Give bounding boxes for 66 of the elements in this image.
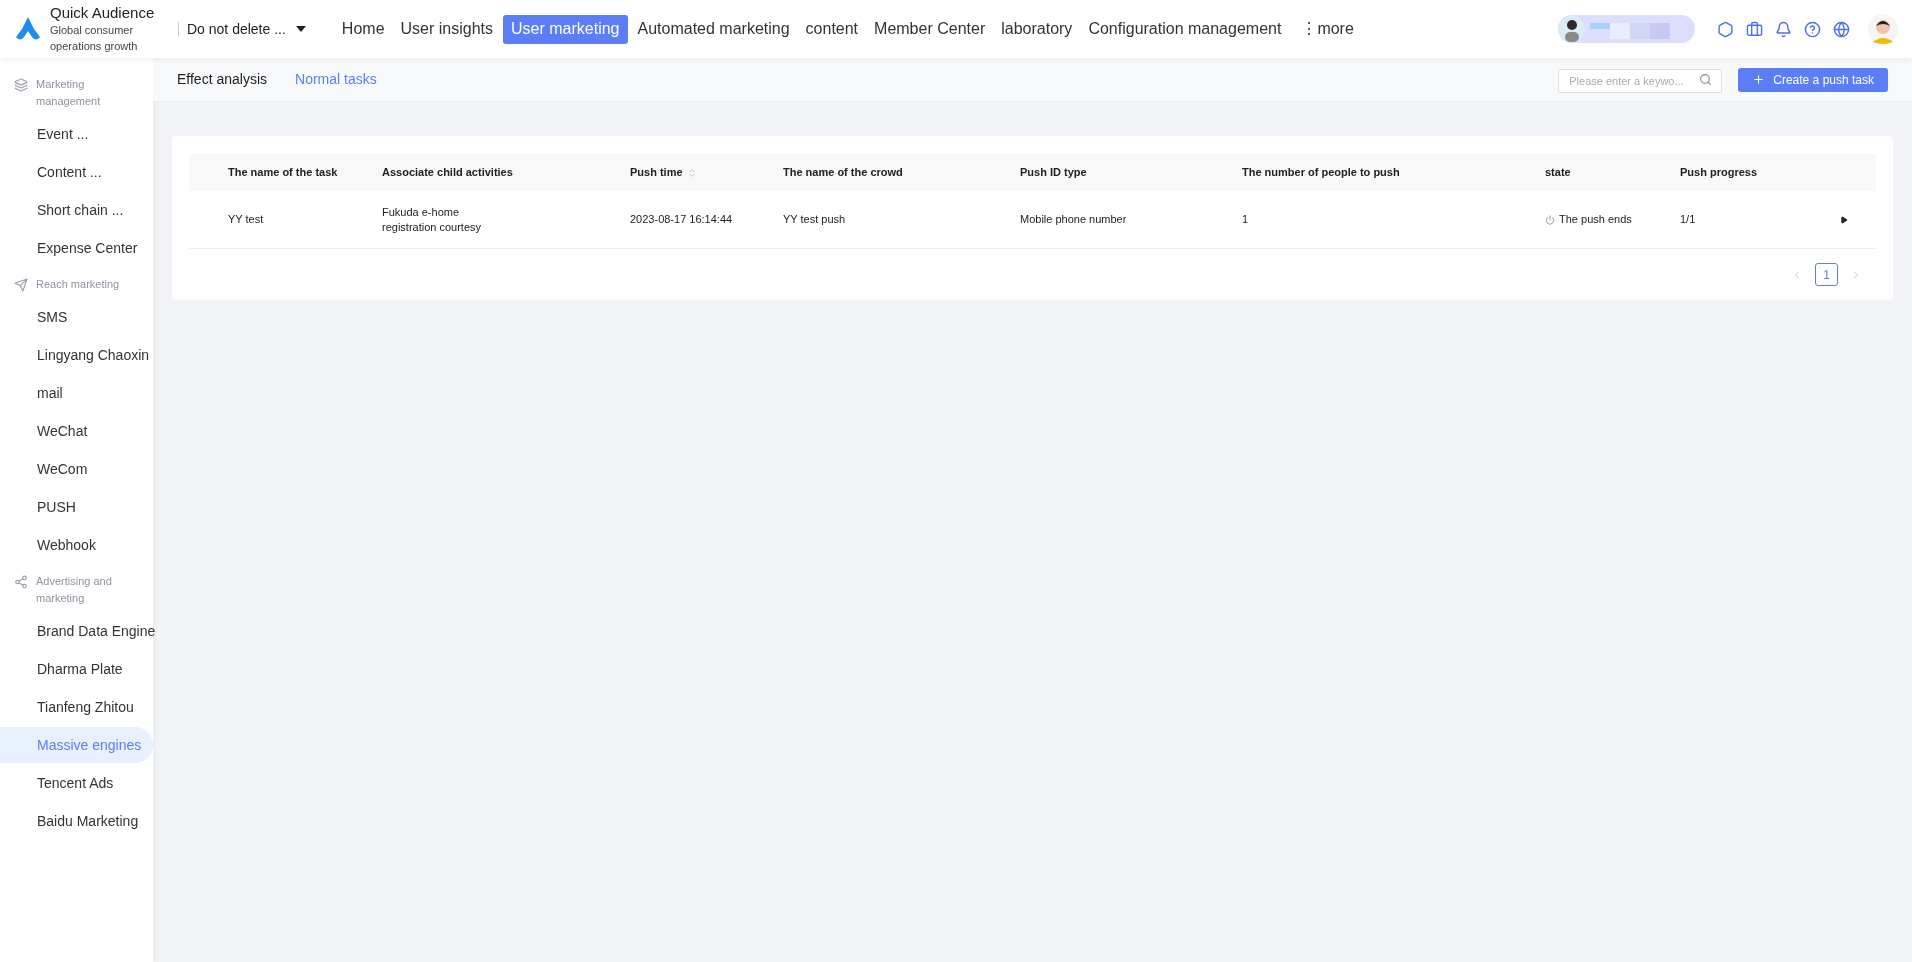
table-cell: The push ends [1559,212,1632,227]
nav-tab[interactable]: laboratory [995,14,1079,44]
table-cell: 1 [1242,212,1249,227]
sidebar-item[interactable]: Event ... [0,116,153,152]
expand-icon[interactable] [1840,215,1848,224]
nav-tab[interactable]: Home [335,14,391,44]
sidebar-item[interactable]: WeChat [0,413,153,449]
column-header: Push time [630,165,683,181]
column-header: The number of people to push [1242,165,1400,181]
search-icon [1699,72,1713,86]
sidebar-item[interactable]: WeCom [0,451,153,487]
briefcase-icon[interactable] [1746,20,1763,38]
avatar-icon[interactable] [1868,14,1898,44]
column-header: The name of the crowd [783,165,903,181]
bell-icon[interactable] [1775,20,1792,38]
table-cell: YY test [228,212,264,227]
sidebar-group-label: Reach marketing [36,277,120,292]
plus-icon [1752,73,1766,86]
sub-tab[interactable]: Effect analysis [177,69,267,90]
column-header: Push progress [1680,165,1758,181]
nav-tab[interactable]: Member Center [868,14,992,44]
sidebar-item[interactable]: Webhook [0,527,153,563]
nav-tab[interactable]: User insights [394,14,499,44]
sidebar-item[interactable]: Expense Center [0,230,153,266]
sidebar-item[interactable]: Tianfeng Zhitou [0,689,153,725]
create-push-task-button[interactable]: Create a push task [1738,67,1888,92]
page-button[interactable]: 1 [1815,263,1838,286]
search-field[interactable]: Please enter a keywo... [1558,68,1723,93]
table-cell: YY test push [783,212,846,227]
layers-icon [14,78,28,92]
caret-icon [295,26,306,32]
sidebar-item[interactable]: PUSH [0,489,153,525]
sidebar-item[interactable]: Lingyang Chaoxin [0,337,153,373]
nav-tab[interactable]: content [799,14,865,44]
brand-subtitle: Global consumer operations growth [50,23,139,55]
column-header: state [1545,165,1571,181]
table-cell: 1/1 [1680,212,1696,227]
column-header: Push ID type [1020,165,1087,181]
send-icon [14,278,28,292]
sub-tab[interactable]: Normal tasks [295,69,377,90]
column-header: The name of the task [228,165,338,181]
more-menu[interactable]: ⋮more [1295,14,1360,44]
table-cell: Mobile phone number [1020,212,1127,227]
sidebar-item[interactable]: Short chain ... [0,192,153,228]
nav-tab[interactable]: User marketing [503,14,628,44]
globe-icon[interactable] [1833,20,1850,38]
sidebar-group-label: Advertising and marketing [36,574,113,606]
workspace-dropdown[interactable]: Do not delete ... [187,18,306,40]
nav-tab[interactable]: Configuration management [1082,14,1288,44]
power-icon [1545,214,1555,225]
sidebar-group-label: Marketing management [36,77,102,109]
sidebar-item[interactable]: Brand Data Engine [0,613,153,649]
column-header: Associate child activities [382,165,513,181]
brand-title: Quick Audience [50,3,156,23]
sidebar-item[interactable]: Dharma Plate [0,651,153,687]
table-cell: 2023-08-17 16:14:44 [630,212,733,227]
sidebar-item[interactable]: SMS [0,299,153,335]
hexagon-icon[interactable] [1717,20,1734,38]
sidebar-item[interactable]: Baidu Marketing [0,803,153,839]
help-icon[interactable] [1804,20,1821,38]
nav-tab[interactable]: Automated marketing [631,14,796,44]
table-cell: Fukuda e-home registration courtesy [382,204,482,235]
network-icon [14,575,28,589]
sidebar-item[interactable]: Content ... [0,154,153,190]
sidebar-item[interactable]: Tencent Ads [0,765,153,801]
sidebar-item[interactable]: mail [0,375,153,411]
